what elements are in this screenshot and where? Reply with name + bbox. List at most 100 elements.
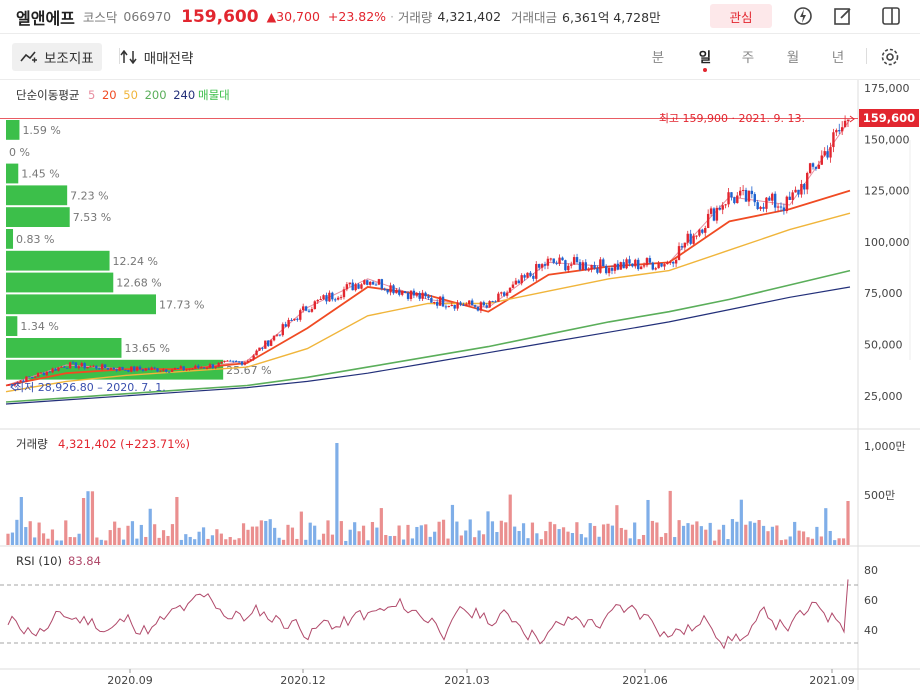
candle-body [351,282,354,291]
candle-body [794,189,797,193]
candle-body [773,193,777,208]
current-price: 159,600 [181,6,259,27]
volume-bars [6,443,850,545]
volume-bar [295,538,299,545]
volume-bar [535,533,539,545]
rsi-tick-40: 40 [864,624,878,637]
candle-body [71,362,75,364]
x-tick-label: 2020.12 [280,674,326,687]
volume-bar [677,520,681,545]
volume-bar [615,505,619,545]
lightning-icon[interactable] [792,5,814,27]
candle-body [170,369,174,372]
volume-bar [77,533,81,545]
volume-bar [473,537,477,545]
x-tick-label: 2021.03 [444,674,490,687]
volume-profile-label: 25.67 % [226,364,271,377]
candle-body [634,259,637,267]
candle-body [503,292,506,296]
candle-body [709,208,713,214]
volume-bar [637,539,641,545]
period-week[interactable]: 주 [738,46,758,66]
candle-body [596,268,599,273]
candle-body [112,367,115,370]
candle-body [290,319,293,321]
candle-body [482,302,486,306]
volume-bar [499,520,503,545]
panel-toggle-icon[interactable] [880,5,902,27]
volume-bar [655,522,659,545]
settings-gear-icon[interactable] [879,46,901,68]
price-tick: 50,000 [864,339,903,352]
candle-body [60,366,63,368]
toolbar-divider-right [866,48,867,64]
edit-icon[interactable] [832,5,854,27]
volume-bar [50,529,55,545]
candle-body [564,260,567,271]
volume-bar [601,524,606,545]
volume-bar [704,529,708,545]
toolbar-divider [119,48,120,64]
period-day[interactable]: 일 [695,46,715,66]
volume-bar [104,540,108,545]
rsi-label: RSI (10) [16,554,62,568]
volume-bar [24,527,28,545]
candle-body [310,309,314,312]
candle-body [132,366,136,371]
candle-body [619,262,622,270]
volume-bar [424,524,428,545]
candle-body [762,206,765,209]
candle-body [677,246,681,260]
candle-body [479,302,483,311]
price-tick: 100,000 [864,236,910,249]
indicator-button[interactable]: 보조지표 [12,42,102,71]
candle-body [779,206,783,208]
candle-body [89,366,92,368]
period-year[interactable]: 년 [828,46,848,66]
candle-body [342,289,346,298]
volume-profile-bar [6,120,20,140]
candle-body [334,299,337,301]
volume-bar [521,523,526,545]
candle-body [468,300,471,305]
volume-bar [801,531,806,545]
volume-bar [201,527,206,545]
candle-body [144,368,148,371]
candle-body [383,288,386,290]
candle-body [232,360,235,362]
price-tick: 75,000 [864,287,903,300]
volume-profile-bar [6,229,14,249]
candle-body [118,366,121,371]
candle-body [817,164,821,169]
candle-body [214,366,217,368]
period-minute[interactable]: 분 [648,46,668,66]
volume-bar [526,538,530,545]
volume-bar [64,520,68,545]
candle-body [450,304,453,306]
candle-body [505,292,509,296]
candle-body [543,264,547,266]
candle-body [444,306,448,308]
candle-body [645,258,649,266]
price-tick: 125,000 [864,185,910,198]
candle-body [680,246,684,248]
candle-body [800,183,803,195]
candle-body [115,369,118,371]
candle-body [51,368,54,373]
candle-body [141,369,145,371]
candle-body [48,371,51,373]
period-month[interactable]: 월 [783,46,803,66]
volume-profile-bar [6,272,114,293]
strategy-button[interactable]: 매매전략 [112,43,202,71]
x-axis: 2020.09 2020.12 2021.03 2021.06 2021.09 [107,669,855,687]
candle-body [167,371,171,373]
volume-bar [735,521,739,545]
favorite-button[interactable]: 관심 [710,4,772,28]
volume-bar [193,539,197,545]
volume-bar [157,537,161,545]
volume-bar [721,524,726,545]
volume-bar [597,536,601,545]
candle-body [759,206,762,209]
stock-chart[interactable]: 175,000 150,000 125,000 100,000 75,000 50,000… [0,80,920,692]
candle-body [532,275,535,279]
